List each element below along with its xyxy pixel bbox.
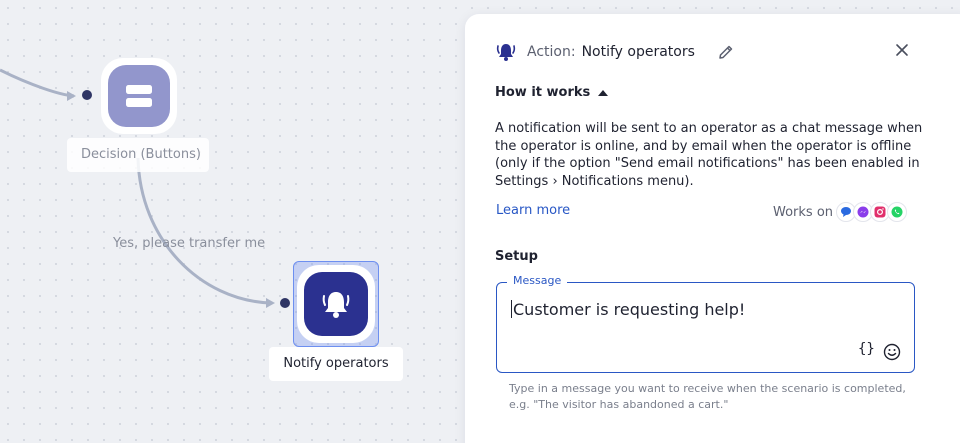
caret-up-icon (598, 89, 609, 96)
header-prefix: Action: (527, 44, 576, 60)
message-field[interactable]: Message Customer is requesting help! {} (496, 274, 915, 373)
works-on-label: Works on (773, 204, 834, 220)
notify-node[interactable] (297, 265, 375, 343)
arrow-head-incoming (67, 91, 76, 101)
decision-node[interactable] (101, 58, 177, 134)
learn-more-link[interactable]: Learn more (496, 203, 570, 218)
flow-canvas[interactable]: Decision (Buttons) Yes, please transfer … (0, 0, 465, 443)
whatsapp-icon (887, 202, 908, 222)
setup-heading: Setup (495, 249, 538, 264)
panel-header: Action: Notify operators (495, 40, 960, 64)
edge-label: Yes, please transfer me (113, 236, 266, 251)
bell-icon (304, 272, 368, 336)
works-on: Works on (773, 202, 908, 222)
header-title: Notify operators (581, 44, 695, 60)
how-it-works-label: How it works (495, 85, 591, 100)
decision-buttons-icon (108, 65, 170, 127)
decision-input-port[interactable] (82, 90, 92, 100)
action-panel: Action: Notify operators How it works A … (465, 14, 960, 443)
close-icon[interactable] (893, 41, 911, 59)
edit-pencil-icon[interactable] (717, 43, 735, 61)
message-input[interactable]: Customer is requesting help! (511, 300, 745, 319)
notify-input-port[interactable] (280, 298, 290, 308)
how-it-works-toggle[interactable]: How it works (495, 85, 609, 100)
emoji-icon[interactable] (883, 343, 901, 361)
connector-incoming (0, 68, 75, 98)
message-hint: Type in a message you want to receive wh… (509, 382, 906, 411)
connector-decision-notify (136, 157, 271, 305)
arrow-head-notify (266, 298, 275, 308)
insert-variable-button[interactable]: {} (858, 341, 875, 357)
bell-icon (495, 41, 517, 63)
notify-node-label: Notify operators (269, 347, 403, 381)
decision-node-label: Decision (Buttons) (67, 138, 209, 172)
message-legend: Message (507, 274, 568, 287)
message-value: Customer is requesting help! (513, 300, 746, 319)
description-text: A notification will be sent to an operat… (495, 121, 923, 189)
